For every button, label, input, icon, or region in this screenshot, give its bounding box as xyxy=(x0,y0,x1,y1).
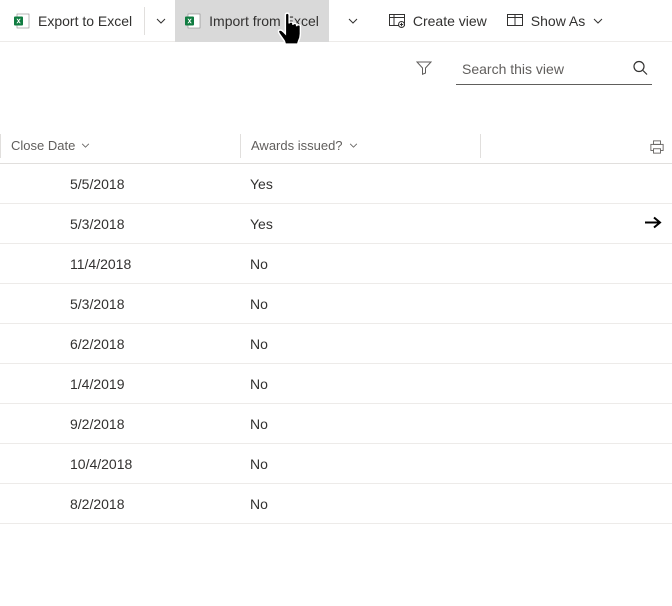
create-view-icon xyxy=(389,14,405,28)
chevron-down-icon xyxy=(349,143,358,148)
chevron-down-icon xyxy=(348,18,358,24)
cell-close-date: 5/5/2018 xyxy=(0,176,240,192)
cell-close-date: 9/2/2018 xyxy=(0,416,240,432)
cell-close-date: 5/3/2018 xyxy=(0,216,240,232)
separator xyxy=(144,7,145,35)
show-as-button[interactable]: Show As xyxy=(497,0,613,42)
print-icon[interactable] xyxy=(650,140,664,157)
cell-close-date: 1/4/2019 xyxy=(0,376,240,392)
table-row[interactable]: 8/2/2018No xyxy=(0,484,672,524)
column-header-awards[interactable]: Awards issued? xyxy=(240,134,480,158)
data-grid: Close Date Awards issued? 5/5/2018Yes5/3… xyxy=(0,128,672,524)
table-body: 5/5/2018Yes5/3/2018Yes11/4/2018No5/3/201… xyxy=(0,164,672,524)
cell-awards: Yes xyxy=(240,216,480,232)
cell-close-date: 10/4/2018 xyxy=(0,456,240,472)
cell-close-date: 11/4/2018 xyxy=(0,256,240,272)
cell-awards: No xyxy=(240,416,480,432)
cell-awards: No xyxy=(240,256,480,272)
search-box[interactable] xyxy=(456,53,652,85)
cell-close-date: 8/2/2018 xyxy=(0,496,240,512)
cell-awards: No xyxy=(240,296,480,312)
table-row[interactable]: 9/2/2018No xyxy=(0,404,672,444)
table-row[interactable]: 5/5/2018Yes xyxy=(0,164,672,204)
export-dropdown[interactable] xyxy=(147,0,175,42)
table-row[interactable]: 5/3/2018Yes xyxy=(0,204,672,244)
cell-close-date: 5/3/2018 xyxy=(0,296,240,312)
command-bar: Export to Excel Import from Excel Create… xyxy=(0,0,672,42)
column-label: Awards issued? xyxy=(251,138,343,153)
table-row[interactable]: 1/4/2019No xyxy=(0,364,672,404)
import-label: Import from Excel xyxy=(209,13,319,29)
export-to-excel-button[interactable]: Export to Excel xyxy=(4,0,142,42)
search-bar xyxy=(0,42,672,96)
chevron-down-icon xyxy=(593,18,603,24)
excel-icon xyxy=(185,13,201,29)
table-row[interactable]: 11/4/2018No xyxy=(0,244,672,284)
table-row[interactable]: 5/3/2018No xyxy=(0,284,672,324)
show-as-label: Show As xyxy=(531,13,585,29)
export-label: Export to Excel xyxy=(38,13,132,29)
cell-awards: No xyxy=(240,376,480,392)
filter-button[interactable] xyxy=(408,53,440,85)
cell-awards: No xyxy=(240,336,480,352)
import-dropdown[interactable] xyxy=(339,0,367,42)
table-row[interactable]: 6/2/2018No xyxy=(0,324,672,364)
create-view-button[interactable]: Create view xyxy=(379,0,497,42)
column-label: Close Date xyxy=(11,138,75,153)
cell-awards: No xyxy=(240,456,480,472)
column-header-close-date[interactable]: Close Date xyxy=(0,134,240,158)
cell-awards: No xyxy=(240,496,480,512)
search-icon xyxy=(632,59,648,78)
create-view-label: Create view xyxy=(413,13,487,29)
search-input[interactable] xyxy=(456,53,652,84)
cell-awards: Yes xyxy=(240,176,480,192)
table-header: Close Date Awards issued? xyxy=(0,128,672,164)
row-navigate-icon[interactable] xyxy=(644,215,662,232)
import-from-excel-button[interactable]: Import from Excel xyxy=(175,0,329,42)
table-row[interactable]: 10/4/2018No xyxy=(0,444,672,484)
show-as-icon xyxy=(507,14,523,28)
funnel-icon xyxy=(416,60,432,79)
chevron-down-icon xyxy=(156,18,166,24)
chevron-down-icon xyxy=(81,143,90,148)
column-header-extra xyxy=(480,134,672,158)
cell-close-date: 6/2/2018 xyxy=(0,336,240,352)
excel-icon xyxy=(14,13,30,29)
